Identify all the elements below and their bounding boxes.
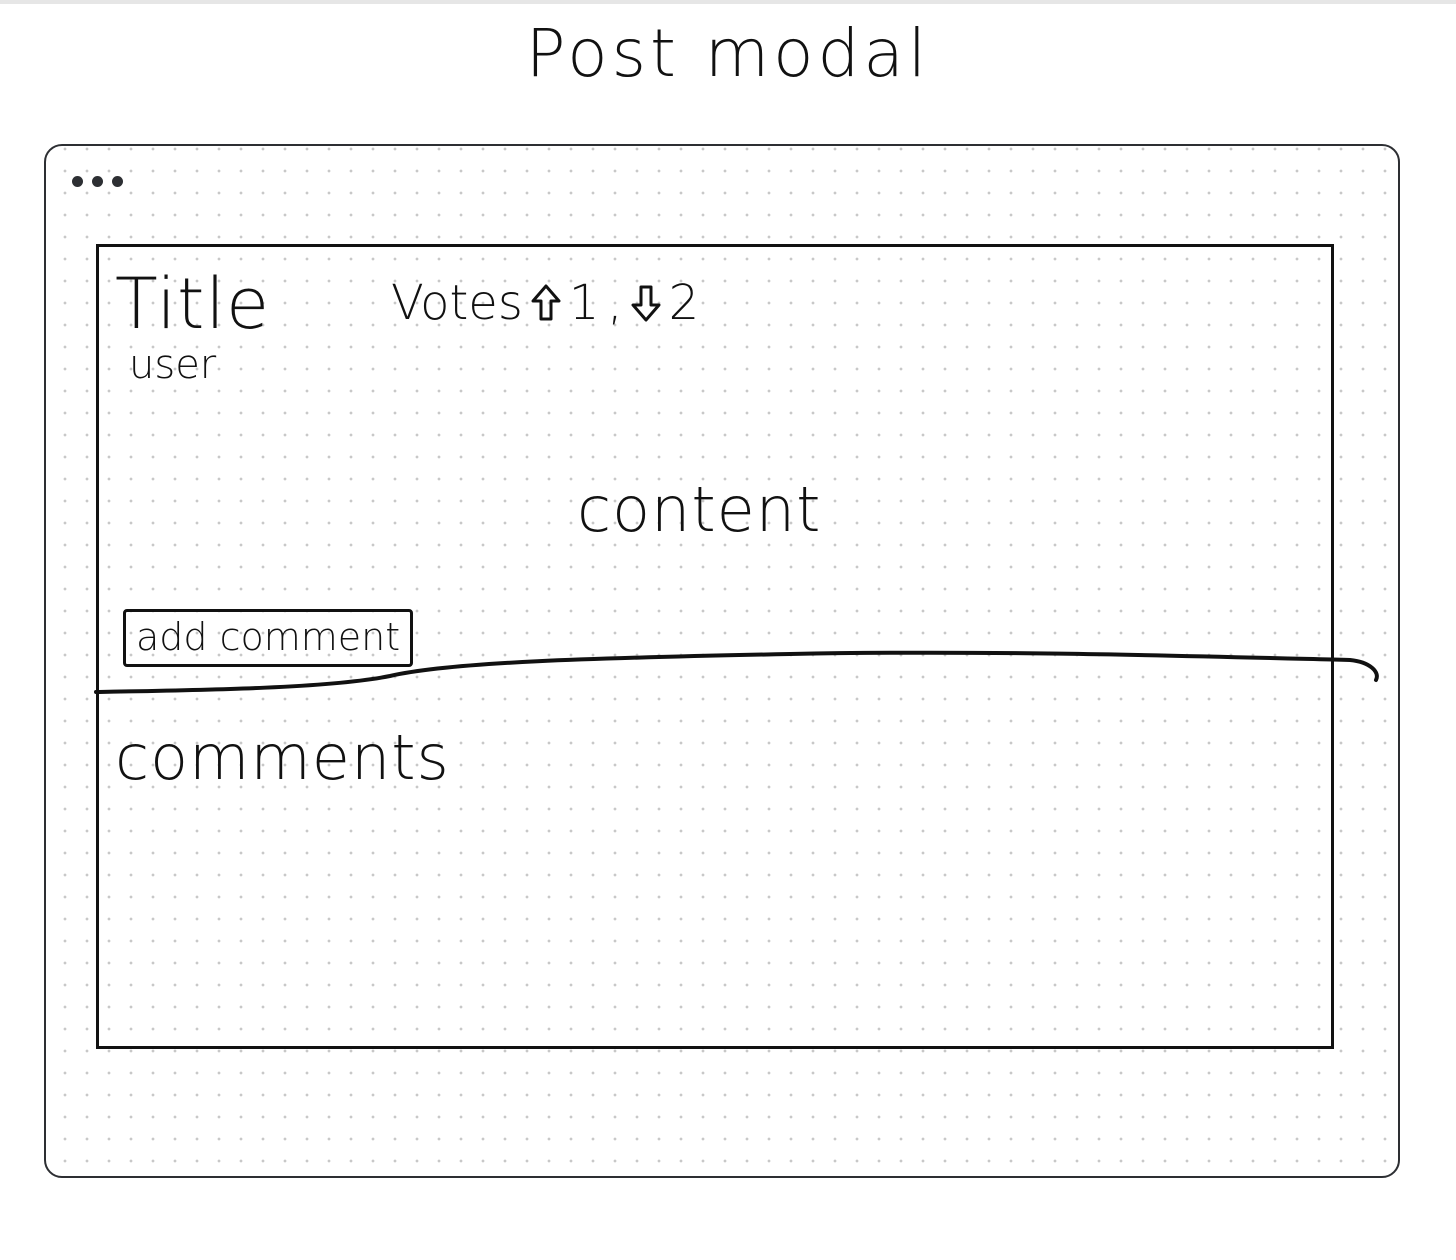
ellipsis-icon[interactable] — [72, 176, 123, 187]
votes-separator: , — [607, 275, 623, 331]
post-title: Title — [115, 263, 271, 345]
top-divider — [0, 0, 1456, 4]
section-divider — [94, 650, 1379, 694]
comments-heading: comments — [115, 721, 450, 794]
dot — [92, 176, 103, 187]
post-user[interactable]: user — [129, 345, 216, 385]
post-content: content — [577, 473, 822, 546]
arrow-up-icon[interactable] — [531, 284, 561, 322]
upvote-count: 1 — [568, 275, 600, 331]
dot — [72, 176, 83, 187]
page-title: Post modal — [525, 15, 931, 92]
votes-group: Votes 1, 2 — [391, 279, 699, 327]
dot — [112, 176, 123, 187]
downvote-count: 2 — [668, 275, 700, 331]
votes-label: Votes — [391, 275, 523, 331]
arrow-down-icon[interactable] — [631, 284, 661, 322]
